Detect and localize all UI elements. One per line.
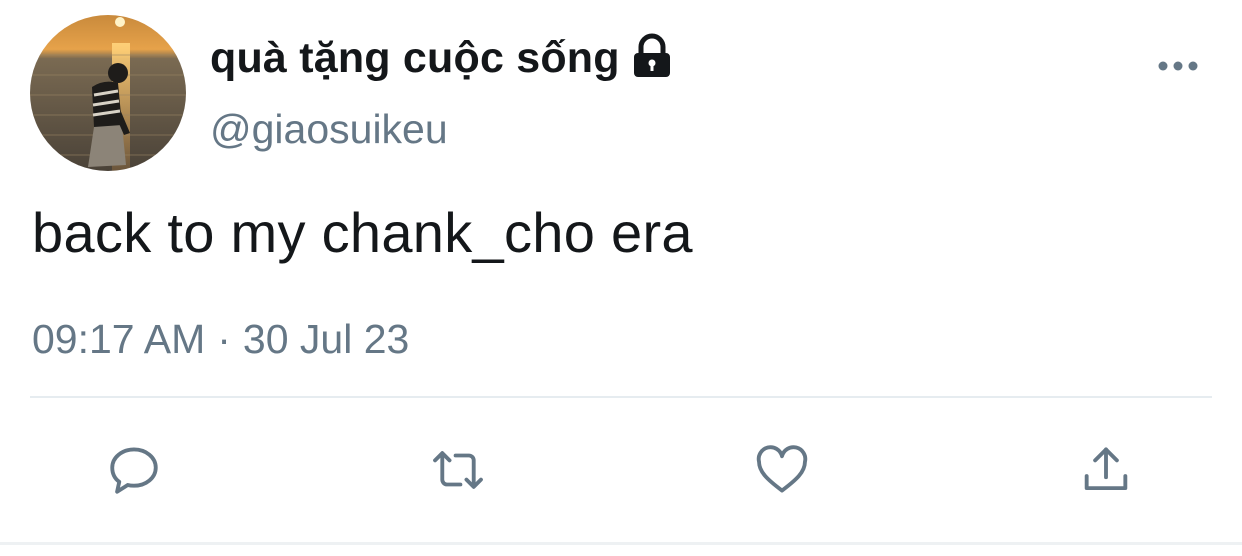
tweet-card: quà tặng cuộc sống @giaosuikeu back to m… <box>0 0 1242 556</box>
reply-icon <box>110 447 158 494</box>
share-button[interactable] <box>1076 440 1136 500</box>
reply-button[interactable] <box>104 440 164 500</box>
tweet-time: 09:17 AM <box>32 316 206 362</box>
share-icon <box>1084 447 1128 491</box>
avatar-image <box>30 15 186 171</box>
display-name-row: quà tặng cuộc sống <box>210 30 674 86</box>
heart-icon <box>756 445 808 493</box>
tweet-text: back to my chank_cho era <box>32 201 693 264</box>
lock-icon <box>630 33 674 79</box>
more-horizontal-icon <box>1158 61 1198 71</box>
bottom-border <box>0 542 1242 545</box>
retweet-icon <box>433 451 483 489</box>
timestamp[interactable]: 09:17 AM · 30 Jul 23 <box>32 316 409 363</box>
avatar[interactable] <box>30 15 186 171</box>
tweet-date: 30 Jul 23 <box>242 316 410 362</box>
retweet-button[interactable] <box>428 440 488 500</box>
more-options-button[interactable] <box>1156 52 1200 80</box>
user-handle[interactable]: @giaosuikeu <box>210 106 448 153</box>
like-button[interactable] <box>752 440 812 500</box>
divider <box>30 396 1212 398</box>
display-name[interactable]: quà tặng cuộc sống <box>210 34 620 83</box>
timestamp-separator: · <box>217 316 231 362</box>
